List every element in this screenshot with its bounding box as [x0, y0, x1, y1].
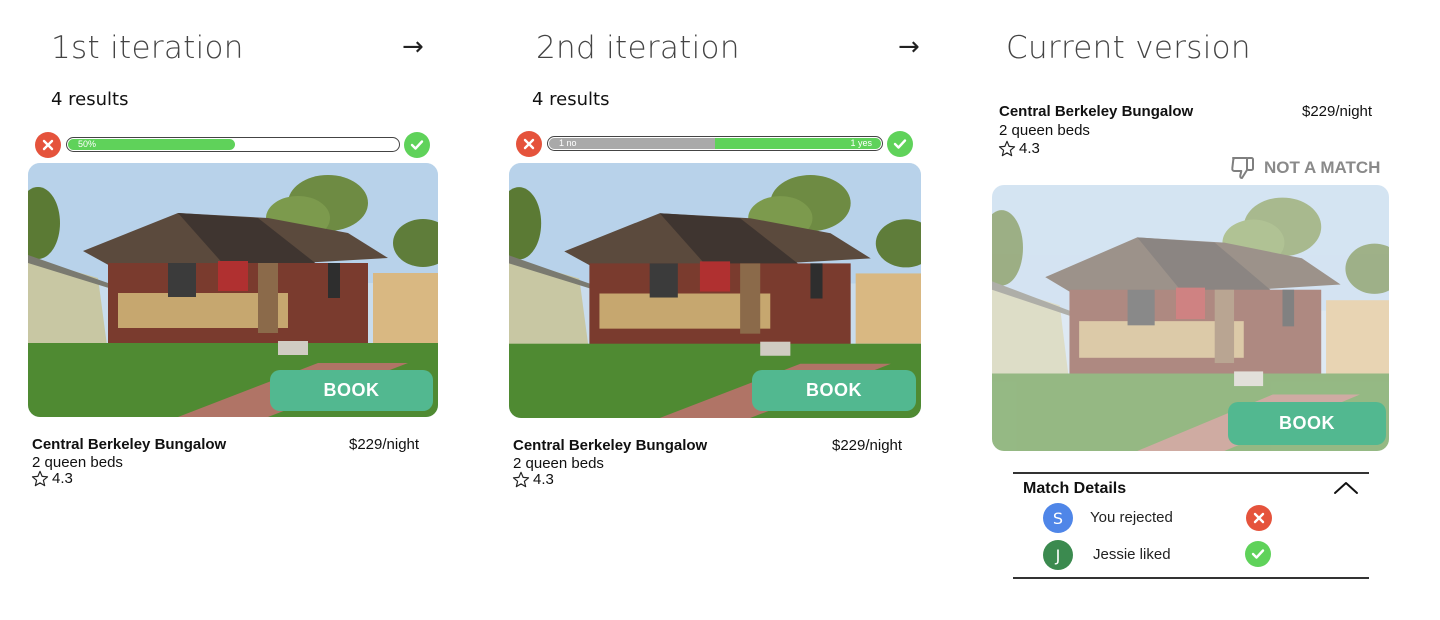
- close-icon: [523, 138, 535, 150]
- chevron-up-icon: [1334, 482, 1358, 494]
- listing-title[interactable]: Central Berkeley Bungalow: [513, 437, 707, 454]
- book-button[interactable]: BOOK: [752, 370, 916, 411]
- vote-yes-label: 1 yes: [850, 138, 872, 148]
- not-a-match-label: NOT A MATCH: [1264, 158, 1381, 177]
- listing-title[interactable]: Central Berkeley Bungalow: [999, 103, 1193, 120]
- star-icon: [31, 470, 49, 487]
- book-button[interactable]: BOOK: [270, 370, 433, 411]
- match-detail-text: You rejected: [1090, 509, 1173, 526]
- listing-photo[interactable]: BOOK: [992, 185, 1389, 451]
- rejected-status: [1246, 505, 1272, 531]
- check-icon: [410, 140, 424, 150]
- listing-beds: 2 queen beds: [513, 455, 604, 472]
- rating-value: 4.3: [52, 470, 73, 487]
- match-progress-label: 50%: [78, 139, 97, 149]
- listing-photo[interactable]: BOOK: [509, 163, 921, 418]
- heading-current-version: Current version: [1006, 30, 1251, 66]
- close-icon: [1253, 512, 1265, 524]
- arrow-icon: →: [402, 32, 424, 62]
- like-button[interactable]: [404, 132, 430, 158]
- check-icon: [893, 139, 907, 149]
- vote-no-label: 1 no: [559, 138, 577, 148]
- listing-title[interactable]: Central Berkeley Bungalow: [32, 436, 226, 453]
- divider: [1013, 577, 1369, 579]
- listing-rating: 4.3: [512, 471, 554, 488]
- listing-beds: 2 queen beds: [32, 454, 123, 471]
- star-icon: [998, 140, 1016, 157]
- close-icon: [42, 139, 54, 151]
- listing-rating: 4.3: [998, 140, 1040, 157]
- listing-beds: 2 queen beds: [999, 122, 1090, 139]
- like-button[interactable]: [887, 131, 913, 157]
- reject-button[interactable]: [516, 131, 542, 157]
- divider: [1013, 472, 1369, 474]
- check-icon: [1251, 549, 1265, 559]
- rating-value: 4.3: [533, 471, 554, 488]
- reject-button[interactable]: [35, 132, 61, 158]
- match-progress-bar: 50%: [66, 137, 400, 152]
- match-detail-text: Jessie liked: [1093, 546, 1171, 563]
- vote-split-bar: 1 no 1 yes: [547, 136, 883, 151]
- book-button[interactable]: BOOK: [1228, 402, 1386, 445]
- avatar: S: [1043, 503, 1073, 533]
- listing-price: $229/night: [349, 436, 420, 453]
- listing-rating: 4.3: [31, 470, 73, 487]
- not-a-match-button[interactable]: NOT A MATCH: [1230, 156, 1380, 180]
- collapse-match-details-button[interactable]: [1333, 480, 1359, 501]
- heading-first-iteration: 1st iteration: [51, 30, 244, 66]
- listing-price: $229/night: [832, 437, 903, 454]
- avatar: J: [1043, 540, 1073, 570]
- thumbs-down-icon: [1231, 157, 1254, 179]
- listing-photo[interactable]: BOOK: [28, 163, 438, 417]
- results-count: 4 results: [532, 89, 610, 110]
- results-count: 4 results: [51, 89, 129, 110]
- heading-second-iteration: 2nd iteration: [536, 30, 740, 66]
- arrow-icon: →: [898, 32, 920, 62]
- rating-value: 4.3: [1019, 140, 1040, 157]
- listing-price: $229/night: [1302, 103, 1373, 120]
- match-details-title: Match Details: [1023, 480, 1127, 497]
- star-icon: [512, 471, 530, 488]
- liked-status: [1245, 541, 1271, 567]
